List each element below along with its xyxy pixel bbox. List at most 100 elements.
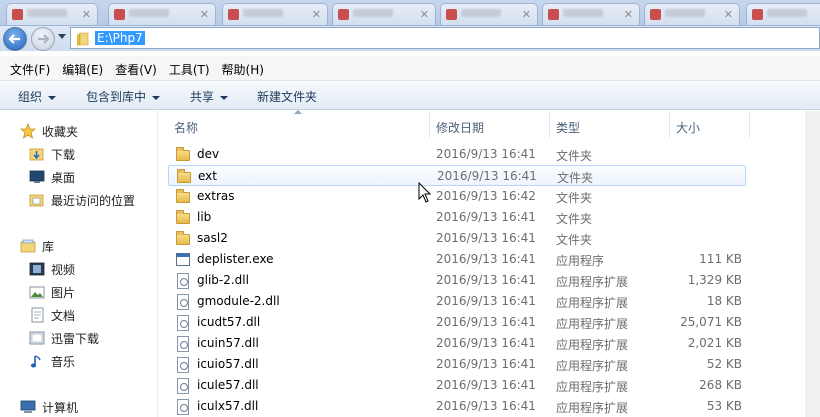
browser-tab[interactable]: ✕ (542, 3, 640, 25)
forward-button[interactable] (31, 27, 55, 51)
back-button[interactable] (3, 27, 27, 51)
address-row: E:\Php7 (0, 26, 820, 51)
nav-item-downloads[interactable]: 下载 (29, 144, 75, 164)
file-row[interactable]: deplister.exe 2016/9/13 16:41 应用程序 111 KB (168, 249, 746, 270)
file-type: 应用程序扩展 (556, 338, 629, 352)
file-name: extras (197, 189, 235, 203)
file-type: 文件夹 (557, 171, 594, 185)
share-button[interactable]: 共享 (190, 88, 229, 105)
menu-help[interactable]: 帮助(H) (216, 56, 270, 80)
chevron-down-icon (48, 95, 57, 100)
folder-icon (176, 169, 192, 185)
browser-tab[interactable]: ✕ (6, 3, 98, 25)
nav-computer[interactable]: 计算机 (20, 397, 78, 417)
nav-item-videos[interactable]: 视频 (29, 259, 75, 279)
browser-tab[interactable]: ✕ (108, 3, 216, 25)
nav-item-desktop[interactable]: 桌面 (29, 167, 75, 187)
recent-places-icon (29, 192, 45, 208)
back-arrow-icon (8, 34, 20, 44)
file-row[interactable]: dev 2016/9/13 16:41 文件夹 (168, 144, 746, 165)
file-date: 2016/9/13 16:41 (437, 169, 537, 183)
file-size: 2,021 KB (687, 336, 742, 350)
dll-file-icon (175, 315, 191, 331)
tab-favicon-icon (446, 9, 457, 20)
file-row[interactable]: extras 2016/9/13 16:42 文件夹 (168, 186, 746, 207)
dll-file-icon (175, 294, 191, 310)
file-date: 2016/9/13 16:41 (436, 315, 536, 329)
file-date: 2016/9/13 16:42 (436, 189, 536, 203)
file-row[interactable]: ext 2016/9/13 16:41 文件夹 (168, 165, 746, 186)
nav-item-documents[interactable]: 文档 (29, 305, 75, 325)
file-type: 文件夹 (556, 233, 593, 247)
file-row[interactable]: gmodule-2.dll 2016/9/13 16:41 应用程序扩展 18 KB (168, 291, 746, 312)
nav-item-recent-places[interactable]: 最近访问的位置 (29, 190, 135, 210)
new-folder-button[interactable]: 新建文件夹 (257, 88, 317, 105)
menu-edit[interactable]: 编辑(E) (56, 56, 109, 80)
file-name: glib-2.dll (197, 273, 249, 287)
file-type: 文件夹 (556, 149, 593, 163)
forward-arrow-icon (38, 34, 50, 44)
browser-tab[interactable]: ✕ (644, 3, 740, 25)
tab-close-icon[interactable]: ✕ (200, 8, 209, 21)
command-bar: 组织 包含到库中 共享 新建文件夹 (0, 80, 820, 110)
tab-close-icon[interactable]: ✕ (420, 8, 429, 21)
nav-item-pictures[interactable]: 图片 (29, 282, 75, 302)
nav-libraries[interactable]: 库 (20, 236, 54, 256)
browser-tab[interactable] (746, 3, 820, 25)
file-name: sasl2 (197, 231, 228, 245)
tab-close-icon[interactable]: ✕ (82, 8, 91, 21)
file-row[interactable]: icule57.dll 2016/9/13 16:41 应用程序扩展 268 KB (168, 375, 746, 396)
address-bar[interactable]: E:\Php7 (70, 27, 820, 49)
file-row[interactable]: glib-2.dll 2016/9/13 16:41 应用程序扩展 1,329 KB (168, 270, 746, 291)
dll-file-icon (175, 399, 191, 415)
tab-favicon-icon (752, 9, 763, 20)
column-header-size[interactable]: 大小 (670, 112, 750, 138)
file-row[interactable]: icuin57.dll 2016/9/13 16:41 应用程序扩展 2,021 KB (168, 333, 746, 354)
file-date: 2016/9/13 16:41 (436, 210, 536, 224)
tab-close-icon[interactable]: ✕ (522, 8, 531, 21)
file-date: 2016/9/13 16:41 (436, 231, 536, 245)
tab-favicon-icon (338, 9, 349, 20)
menu-tools[interactable]: 工具(T) (163, 56, 216, 80)
tab-close-icon[interactable]: ✕ (312, 8, 321, 21)
file-type: 应用程序扩展 (556, 317, 629, 331)
vertical-scrollbar[interactable] (805, 111, 820, 417)
chevron-down-icon (220, 95, 229, 100)
file-name: ext (198, 169, 217, 183)
file-name: icudt57.dll (197, 315, 261, 329)
file-name: icuio57.dll (197, 357, 259, 371)
organize-button[interactable]: 组织 (18, 88, 57, 105)
documents-icon (29, 307, 45, 323)
column-header-type[interactable]: 类型 (550, 112, 670, 138)
file-row[interactable]: iculx57.dll 2016/9/13 16:41 应用程序扩展 53 KB (168, 396, 746, 417)
dll-file-icon (175, 273, 191, 289)
file-row[interactable]: icuio57.dll 2016/9/13 16:41 应用程序扩展 52 KB (168, 354, 746, 375)
menu-file[interactable]: 文件(F) (4, 56, 56, 80)
nav-item-music[interactable]: 音乐 (29, 351, 75, 371)
include-in-library-button[interactable]: 包含到库中 (86, 88, 161, 105)
file-row[interactable]: lib 2016/9/13 16:41 文件夹 (168, 207, 746, 228)
file-type: 应用程序扩展 (556, 296, 629, 310)
pictures-icon (29, 284, 45, 300)
file-date: 2016/9/13 16:41 (436, 357, 536, 371)
file-date: 2016/9/13 16:41 (436, 378, 536, 392)
file-row[interactable]: sasl2 2016/9/13 16:41 文件夹 (168, 228, 746, 249)
file-row[interactable]: icudt57.dll 2016/9/13 16:41 应用程序扩展 25,071 K… (168, 312, 746, 333)
folder-icon (77, 32, 89, 46)
browser-tab[interactable]: ✕ (440, 3, 538, 25)
thunder-download-icon (29, 330, 45, 346)
nav-favorites[interactable]: 收藏夹 (19, 121, 78, 141)
column-header-name[interactable]: 名称 (168, 112, 430, 138)
chevron-down-icon (152, 95, 161, 100)
tab-close-icon[interactable]: ✕ (724, 8, 733, 21)
menu-view[interactable]: 查看(V) (109, 56, 163, 80)
address-path[interactable]: E:\Php7 (95, 31, 145, 45)
column-header-date[interactable]: 修改日期 (430, 112, 550, 138)
file-date: 2016/9/13 16:41 (436, 147, 536, 161)
recent-pages-dropdown[interactable] (58, 34, 66, 39)
browser-tab[interactable]: ✕ (222, 3, 328, 25)
dll-file-icon (175, 378, 191, 394)
nav-item-thunder-downloads[interactable]: 迅雷下载 (29, 328, 99, 348)
browser-tab[interactable]: ✕ (332, 3, 436, 25)
tab-close-icon[interactable]: ✕ (624, 8, 633, 21)
